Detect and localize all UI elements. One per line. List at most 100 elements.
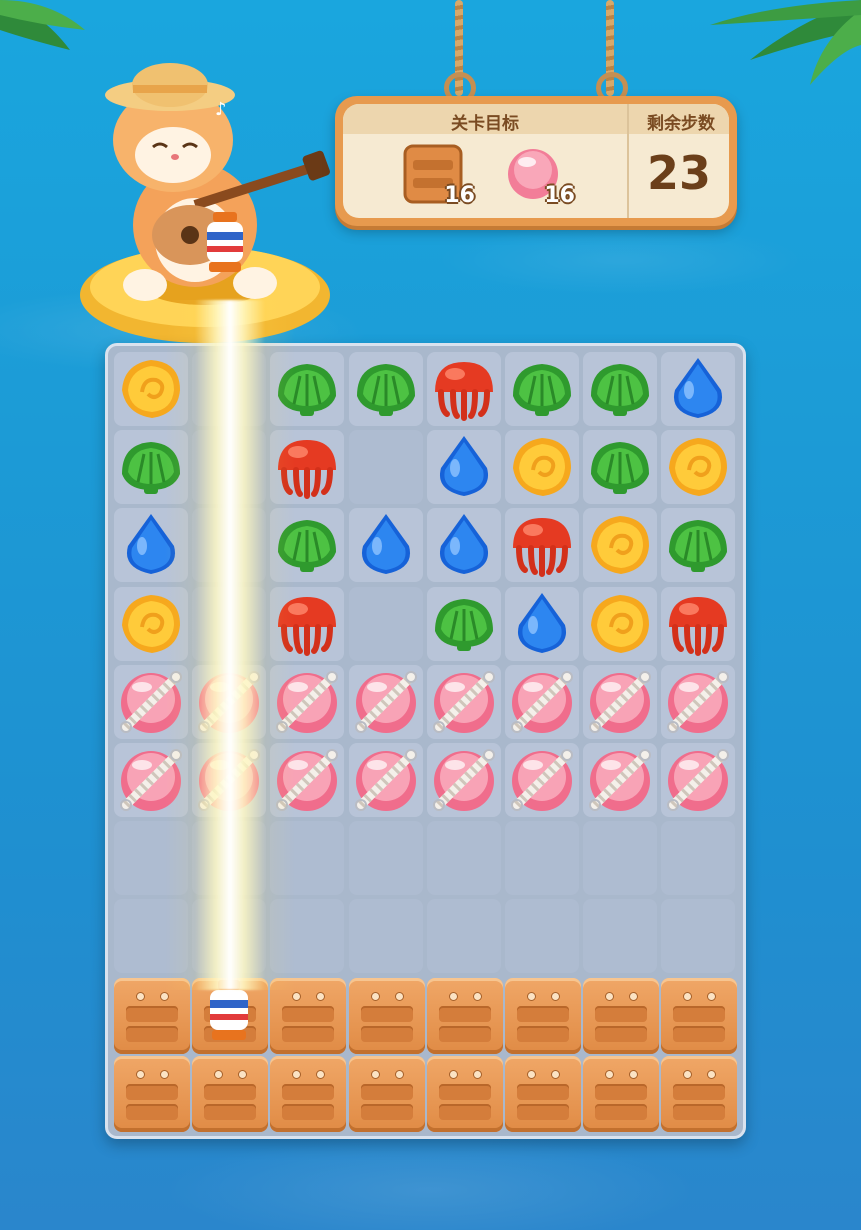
crate-icon xyxy=(348,1055,425,1132)
board-cell[interactable] xyxy=(583,664,658,739)
board-cell[interactable] xyxy=(348,899,423,974)
roped-pink-shell-icon xyxy=(432,749,495,811)
board-cell[interactable] xyxy=(661,743,736,817)
board-cell[interactable] xyxy=(348,821,423,896)
board-cell[interactable] xyxy=(661,1055,738,1132)
board-cell[interactable] xyxy=(505,899,579,974)
board-cell[interactable] xyxy=(348,1055,425,1132)
steps-remaining-value: 23 xyxy=(646,146,711,200)
roped-pink-shell-icon xyxy=(589,670,652,733)
roped-pink-shell-icon xyxy=(511,749,573,811)
board-cell[interactable] xyxy=(505,508,579,583)
palm-leaf-right-icon xyxy=(710,0,861,85)
goal-panel-inner: 关卡目标 剩余步数 16 16 23 xyxy=(343,104,729,218)
svg-text:♪: ♪ xyxy=(215,99,227,120)
blue-drop-icon xyxy=(517,592,567,653)
crate-icon xyxy=(270,1055,347,1132)
board-cell[interactable] xyxy=(505,352,579,426)
board-cell[interactable] xyxy=(583,899,658,974)
board-cell[interactable] xyxy=(426,508,501,583)
board-cell[interactable] xyxy=(661,430,736,505)
board-cell[interactable] xyxy=(505,743,579,817)
board-cell[interactable] xyxy=(661,352,736,426)
board-cell[interactable] xyxy=(348,586,423,661)
roped-pink-shell-icon xyxy=(589,749,652,811)
blue-drop-icon xyxy=(674,358,723,418)
board-cell[interactable] xyxy=(583,352,658,426)
board-cell[interactable] xyxy=(348,977,425,1054)
board-cell[interactable] xyxy=(426,977,503,1054)
board-cell[interactable] xyxy=(583,430,658,505)
red-jellyfish-icon xyxy=(513,518,571,578)
yellow-shell-icon xyxy=(591,516,650,575)
blue-drop-icon xyxy=(439,514,488,575)
green-clam-icon xyxy=(513,364,571,416)
palm-leaf-left-icon xyxy=(0,0,85,50)
crate-icon xyxy=(426,977,503,1054)
board-cell[interactable] xyxy=(583,821,658,896)
board-cell[interactable] xyxy=(426,664,501,739)
board-cell[interactable] xyxy=(426,430,501,505)
board-cell[interactable] xyxy=(661,508,736,583)
crate-icon xyxy=(661,977,738,1054)
crate-icon xyxy=(583,1055,660,1132)
board-cell[interactable] xyxy=(505,977,581,1054)
board-cell[interactable] xyxy=(426,899,501,974)
board-cell[interactable] xyxy=(505,821,579,896)
crate-icon xyxy=(583,977,660,1054)
board-cell[interactable] xyxy=(583,743,658,817)
board-cell[interactable] xyxy=(583,508,658,583)
goal-item-pink-shell: 16 xyxy=(501,142,575,212)
board-cell[interactable] xyxy=(426,1055,503,1132)
goal-item-crate: 16 xyxy=(401,142,475,212)
board-cell[interactable] xyxy=(661,586,736,661)
board-cell[interactable] xyxy=(348,508,423,583)
board-cell[interactable] xyxy=(114,1055,190,1132)
board-cell[interactable] xyxy=(505,664,579,739)
board-cell[interactable] xyxy=(348,743,423,817)
green-clam-icon xyxy=(356,364,415,416)
green-clam-icon xyxy=(591,442,650,495)
crate-icon xyxy=(505,977,581,1054)
board-cell[interactable] xyxy=(583,586,658,661)
roped-pink-shell-icon xyxy=(667,749,730,811)
red-jellyfish-icon xyxy=(434,362,493,421)
crate-icon xyxy=(661,1055,738,1132)
board-cell[interactable] xyxy=(348,430,423,505)
board-cell[interactable] xyxy=(505,586,579,661)
roped-pink-shell-icon xyxy=(667,670,730,733)
light-beam-effect xyxy=(195,300,265,990)
blue-drop-icon xyxy=(361,514,410,575)
goal-count-crate: 16 xyxy=(444,183,475,208)
board-cell[interactable] xyxy=(426,352,501,426)
board-cell[interactable] xyxy=(426,743,501,817)
yellow-shell-icon xyxy=(591,594,650,653)
board-cell[interactable] xyxy=(583,977,660,1054)
board-cell[interactable] xyxy=(505,430,579,505)
roped-pink-shell-icon xyxy=(354,749,417,811)
board-cell[interactable] xyxy=(505,1055,581,1132)
red-jellyfish-icon xyxy=(669,596,728,656)
board-cell[interactable] xyxy=(426,586,501,661)
board-cell[interactable] xyxy=(583,1055,660,1132)
crate-icon xyxy=(505,1055,581,1132)
roped-pink-shell-icon xyxy=(511,670,573,733)
yellow-shell-icon xyxy=(513,438,571,497)
lantern-icon xyxy=(207,212,243,272)
crate-icon xyxy=(426,1055,503,1132)
roped-pink-shell-icon xyxy=(354,670,417,733)
board-cell[interactable] xyxy=(661,664,736,739)
crate-icon xyxy=(192,1055,269,1132)
board-cell[interactable] xyxy=(661,977,738,1054)
board-cell[interactable] xyxy=(661,899,736,974)
board-cell[interactable] xyxy=(348,352,423,426)
green-clam-icon xyxy=(434,598,493,651)
green-clam-icon xyxy=(591,364,650,416)
crate-icon xyxy=(348,977,425,1054)
blue-drop-icon xyxy=(439,436,488,497)
board-cell[interactable] xyxy=(270,1055,347,1132)
board-cell[interactable] xyxy=(661,821,736,896)
board-cell[interactable] xyxy=(426,821,501,896)
board-cell[interactable] xyxy=(348,664,423,739)
board-cell[interactable] xyxy=(192,1055,269,1132)
